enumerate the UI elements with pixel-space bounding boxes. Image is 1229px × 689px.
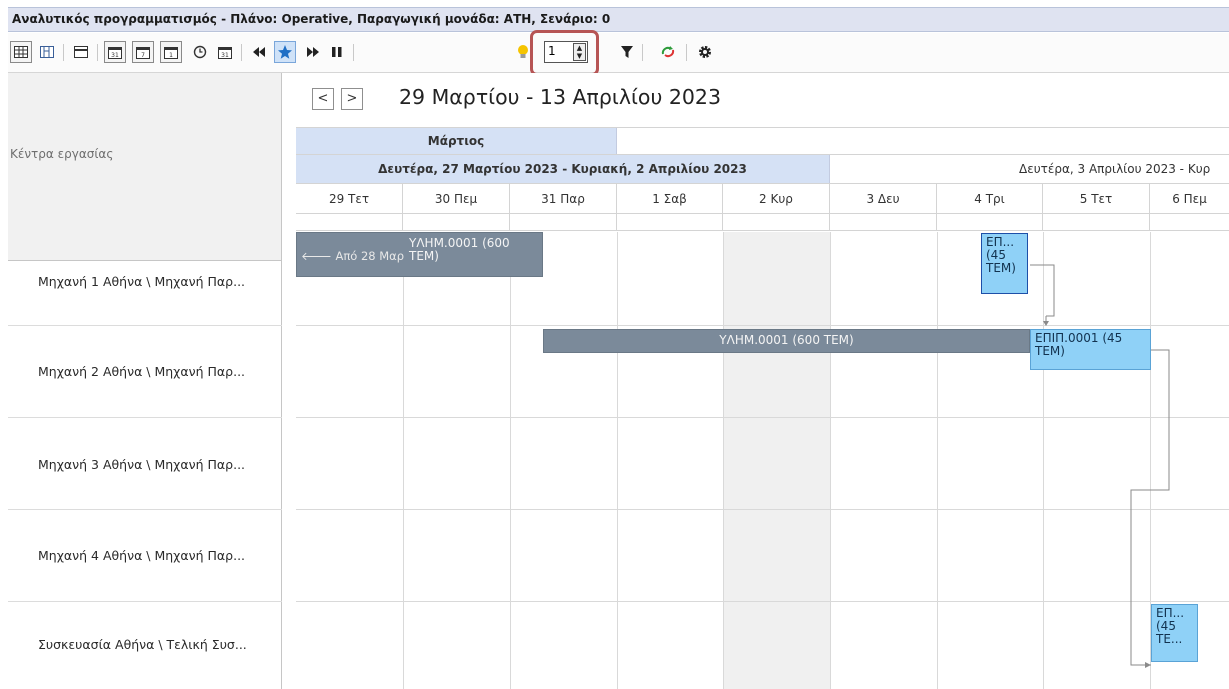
day-cell: 2 Κυρ (723, 184, 830, 213)
day-cell: 29 Τετ (296, 184, 403, 213)
svg-text:7: 7 (141, 52, 145, 59)
pause-icon[interactable] (326, 41, 348, 63)
appointment-text: ΕΠ... (45 ΤΕΜ) (986, 235, 1016, 275)
appointment[interactable]: ΕΠ... (45 ΤΕΜ) (981, 233, 1028, 294)
week-cell: Δευτέρα, 27 Μαρτίου 2023 - Κυριακή, 2 Απ… (296, 155, 830, 183)
month-header: Μάρτιος (296, 127, 1229, 155)
window-title: Αναλυτικός προγραμματισμός - Πλάνο: Oper… (8, 7, 1229, 32)
grid-view-icon[interactable] (10, 41, 32, 63)
day-header: 29 Τετ 30 Πεμ 31 Παρ 1 Σαβ 2 Κυρ 3 Δευ 4… (296, 184, 1229, 214)
appointment[interactable]: ΕΠ... (45 ΤΕ... (1151, 604, 1198, 662)
day-cell: 30 Πεμ (403, 184, 510, 213)
spinner-highlight-frame (530, 30, 599, 76)
day-cell: 6 Πεμ (1172, 192, 1207, 206)
date-range-caption: 29 Μαρτίου - 13 Απριλίου 2023 (399, 85, 722, 109)
day-cell: 31 Παρ (510, 184, 617, 213)
resource-name[interactable]: Μηχανή 1 Αθήνα \ Μηχανή Παρ... (38, 274, 245, 289)
dependency-connectors (1030, 264, 1170, 668)
next-period-button[interactable]: > (341, 88, 363, 110)
resource-name[interactable]: Συσκευασία Αθήνα \ Τελική Συσ... (38, 637, 247, 652)
rewind-icon[interactable] (248, 41, 270, 63)
svg-text:31: 31 (111, 52, 119, 59)
fast-forward-icon[interactable] (302, 41, 324, 63)
svg-text:31: 31 (221, 52, 229, 59)
day-cell: 1 Σαβ (617, 184, 723, 213)
week-cell: Δευτέρα, 3 Απριλίου 2023 - Κυρ (1019, 162, 1211, 176)
date-navigator: < > 29 Μαρτίου - 13 Απριλίου 2023 (296, 73, 1229, 127)
appointment-text: ΕΠΙΠ.0001 (45 ΤΕΜ) (1035, 331, 1123, 358)
appointment-text: ΕΠ... (45 ΤΕ... (1156, 606, 1185, 646)
filter-icon[interactable] (616, 41, 638, 63)
month-cell: Μάρτιος (296, 128, 617, 154)
calendar-today-icon[interactable]: 31 (214, 41, 236, 63)
resource-name[interactable]: Μηχανή 2 Αθήνα \ Μηχανή Παρ... (38, 364, 245, 379)
day-cell: 3 Δευ (830, 184, 937, 213)
settings-icon[interactable] (694, 41, 716, 63)
toolbar: 31 7 1 31 1 ▲ ▼ (8, 33, 1229, 73)
appointment[interactable]: ΥΛΗΜ.0001 (600 ΤΕΜ) (543, 329, 1030, 353)
calendar-month-icon[interactable]: 1 (160, 41, 182, 63)
refresh-icon[interactable] (657, 41, 679, 63)
svg-text:1: 1 (169, 52, 173, 59)
split-view-icon[interactable] (36, 41, 58, 63)
appointment[interactable]: ΕΠΙΠ.0001 (45 ΤΕΜ) (1030, 329, 1151, 370)
list-view-icon[interactable] (70, 41, 92, 63)
subheader-row (296, 214, 1229, 231)
day-cell: 4 Τρι (937, 184, 1043, 213)
appointment[interactable]: 🡐 Από 28 Μαρ ΥΛΗΜ.0001 (600 ΤΕΜ) (296, 232, 543, 277)
resource-name[interactable]: Μηχανή 3 Αθήνα \ Μηχανή Παρ... (38, 457, 245, 472)
week-header: Δευτέρα, 27 Μαρτίου 2023 - Κυριακή, 2 Απ… (296, 155, 1229, 184)
calendar-day-icon[interactable]: 31 (104, 41, 126, 63)
calendar-week-icon[interactable]: 7 (132, 41, 154, 63)
day-cell: 5 Τετ (1043, 184, 1150, 213)
appointment-text: ΥΛΗΜ.0001 (600 ΤΕΜ) (409, 236, 510, 263)
clock-icon[interactable] (189, 41, 211, 63)
appointment-text: ΥΛΗΜ.0001 (600 ΤΕΜ) (719, 333, 854, 347)
resource-header-label: Κέντρα εργασίας (10, 147, 114, 161)
timeline-grid[interactable]: 🡐 Από 28 Μαρ ΥΛΗΜ.0001 (600 ΤΕΜ) ΕΠ... (… (296, 232, 1229, 689)
resource-header: Κέντρα εργασίας (8, 73, 282, 261)
prev-period-button[interactable]: < (312, 88, 334, 110)
star-icon[interactable] (274, 41, 296, 63)
resource-name[interactable]: Μηχανή 4 Αθήνα \ Μηχανή Παρ... (38, 548, 245, 563)
continues-from-label: 🡐 Από 28 Μαρ (301, 249, 405, 263)
